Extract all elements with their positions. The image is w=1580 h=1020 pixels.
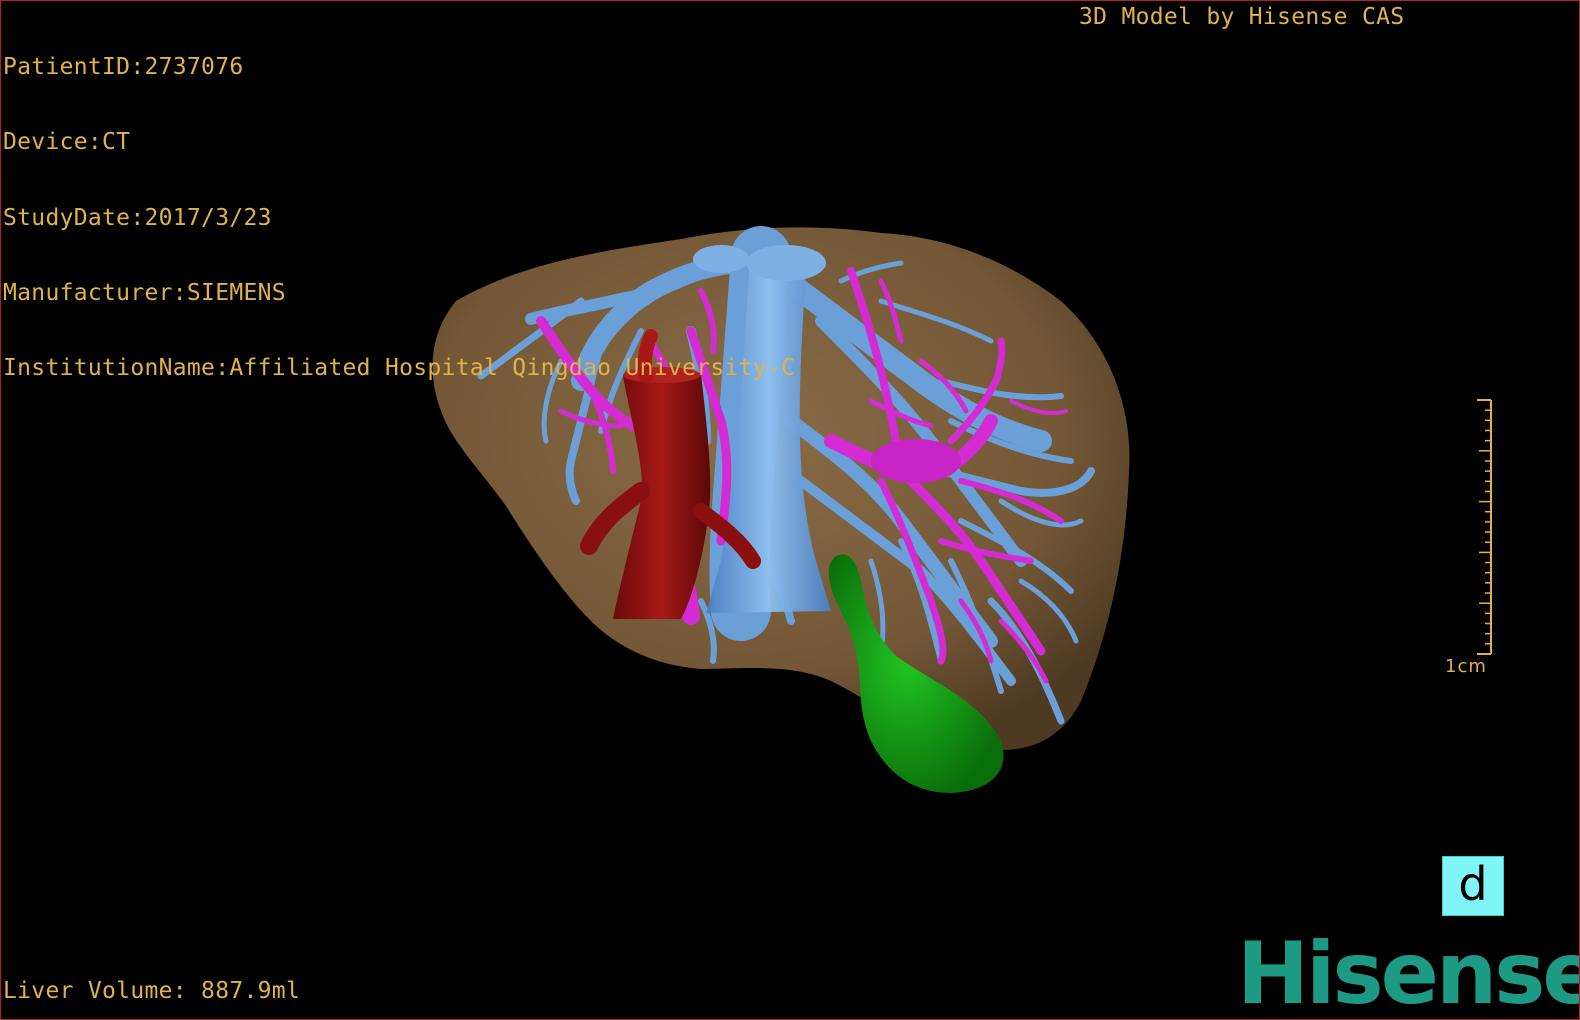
patient-id: PatientID:2737076 [3, 54, 244, 80]
model-credit: 3D Model by Hisense CAS [1079, 4, 1405, 30]
study-date: StudyDate:2017/3/23 [3, 204, 272, 231]
liver-volume: Liver Volume: 887.9ml [3, 978, 301, 1004]
orientation-cube[interactable]: d [1442, 856, 1504, 916]
scale-bar [1477, 399, 1492, 655]
orientation-label: d [1458, 857, 1488, 911]
hisense-logo: Hisense [1237, 924, 1580, 1020]
institution-name: InstitutionName:Affiliated Hospital Qing… [3, 355, 796, 382]
3d-viewport[interactable]: PatientID:2737076 Device:CT StudyDate:20… [0, 0, 1580, 1020]
manufacturer: Manufacturer:SIEMENS [3, 279, 286, 306]
patient-info-overlay: PatientID:2737076 Device:CT StudyDate:20… [3, 5, 795, 431]
portal-vein-confluence [871, 439, 961, 483]
device: Device:CT [3, 129, 131, 156]
scale-bar-label: 1cm [1445, 656, 1487, 677]
